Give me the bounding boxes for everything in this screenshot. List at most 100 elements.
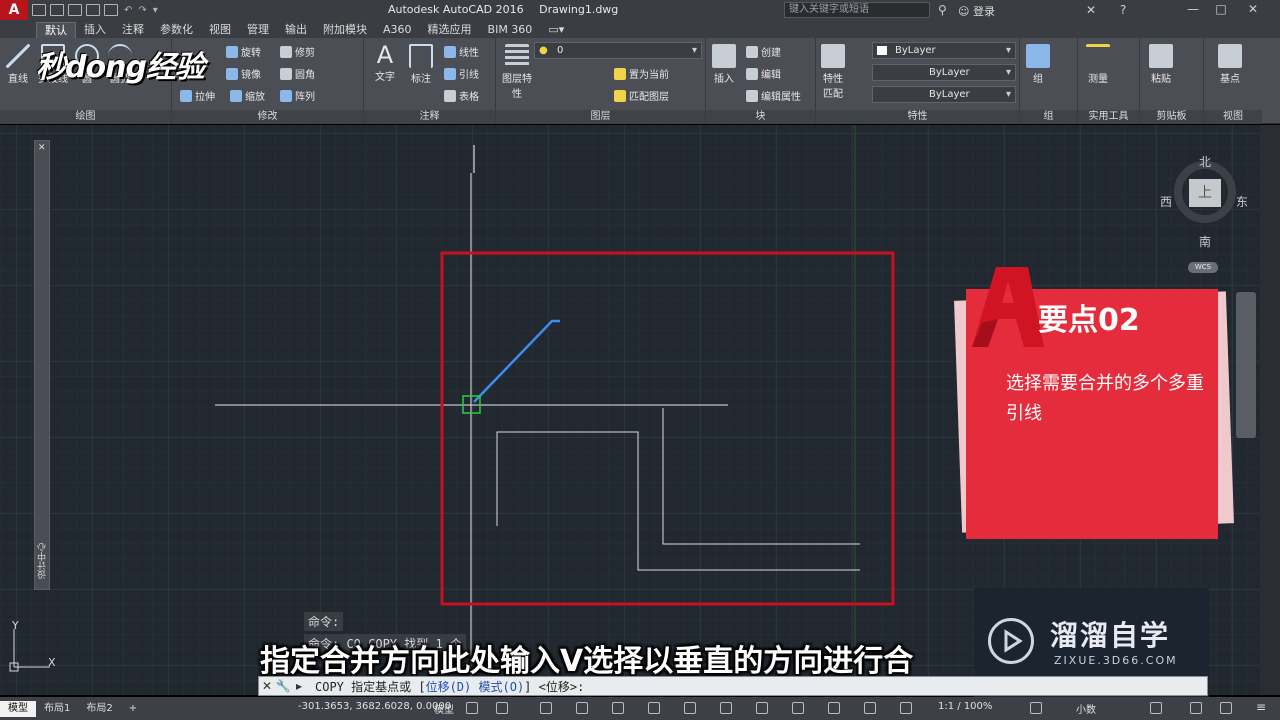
polyline-step-left[interactable] [496,431,860,571]
search-input[interactable]: 键入关键字或短语 [784,2,930,18]
ribbon-tab[interactable]: 参数化 [152,22,201,38]
lineweight-icon[interactable] [684,702,696,714]
new-file-icon[interactable] [32,4,46,16]
navigation-bar[interactable] [1236,292,1256,438]
measure-button[interactable]: 测量 [1084,44,1112,85]
command-prompt[interactable]: COPY 指定基点或 [位移(D) 模式(O)] <位移>: [315,678,584,695]
minimize-button[interactable]: — [1180,2,1206,18]
linetype-dropdown[interactable]: ByLayer [872,64,1016,81]
polyline-step-right[interactable] [662,408,860,545]
ribbon-tab[interactable]: 注释 [114,22,152,38]
cursor-coordinates[interactable]: -301.3653, 3682.6028, 0.0000 [298,701,451,712]
isolate-objects-icon[interactable] [1150,702,1162,714]
option-mode[interactable]: 模式(O) [471,680,524,694]
annotation-visibility-icon[interactable] [900,702,912,714]
dimension-button[interactable]: 标注 [406,44,436,85]
ribbon-tab[interactable]: A360 [375,22,420,38]
plot-icon[interactable] [104,4,118,16]
match-properties-button[interactable]: 特性匹配 [820,44,846,100]
compass-west[interactable]: 西 [1160,193,1172,210]
lineweight-dropdown[interactable]: ByLayer [872,86,1016,103]
set-current-button[interactable]: 置为当前 [614,66,669,81]
layer-dropdown[interactable]: ● 0 [534,42,702,59]
trim-button[interactable]: 修剪 [280,44,315,59]
rotate-button[interactable]: 旋转 [226,44,261,59]
leader-button[interactable]: 引线 [444,66,479,81]
panel-utilities-label[interactable]: 实用工具 [1078,110,1139,124]
wcs-menu[interactable]: WCS [1188,262,1218,273]
osnap-icon[interactable] [612,702,624,714]
palette-close-icon[interactable]: ✕ [38,143,46,153]
scale-button[interactable]: 缩放 [230,88,265,103]
ribbon-tab[interactable]: 插入 [76,22,114,38]
redo-icon[interactable]: ↷ [138,5,146,16]
ribbon-tab-overflow-icon[interactable]: ▭▾ [540,22,572,38]
compass-south[interactable]: 南 [1199,233,1211,250]
text-button[interactable]: A 文字 [370,42,400,83]
ribbon-tab[interactable]: 输出 [277,22,315,38]
snap-icon[interactable] [496,702,508,714]
option-displacement[interactable]: 位移(D) [426,680,472,694]
line-button[interactable]: 直线 [4,44,32,85]
customize-icon[interactable]: 🔧 [275,677,291,695]
panel-draw-label[interactable]: 绘图 [0,110,171,124]
save-as-icon[interactable] [86,4,100,16]
design-center-palette[interactable]: ✕ 设计中心 [34,140,50,590]
table-button[interactable]: 表格 [444,88,479,103]
panel-groups-label[interactable]: 组 [1020,110,1077,124]
units-display[interactable]: 小数 [1076,701,1096,716]
panel-clipboard-label[interactable]: 剪贴板 [1140,110,1203,124]
edit-attributes-button[interactable]: 编辑属性 [746,88,801,103]
panel-properties-label[interactable]: 特性 [816,110,1019,124]
grid-icon[interactable] [466,702,478,714]
ribbon-tab[interactable]: 附加模块 [315,22,375,38]
ribbon-tab[interactable]: BIM 360 [480,22,541,38]
ribbon-tab[interactable]: 视图 [201,22,239,38]
binoculars-icon[interactable]: ⚲ [938,3,947,17]
create-block-button[interactable]: 创建 [746,44,781,59]
panel-layers-label[interactable]: 图层 [496,110,705,124]
array-button[interactable]: 阵列 [280,88,315,103]
selection-filter-icon[interactable] [864,702,876,714]
panel-block-label[interactable]: 块 [706,110,815,124]
compass-north[interactable]: 北 [1199,153,1211,170]
viewcube-top-face[interactable]: 上 [1189,179,1221,207]
dynamic-ucs-icon[interactable] [828,702,840,714]
recent-commands-icon[interactable]: ▸ [291,677,307,695]
maximize-button[interactable]: □ [1208,2,1234,18]
selection-cycling-icon[interactable] [756,702,768,714]
transparency-icon[interactable] [720,702,732,714]
open-file-icon[interactable] [50,4,64,16]
tab-model[interactable]: 模型 [0,700,36,717]
edit-block-button[interactable]: 编辑 [746,66,781,81]
login-button[interactable]: ☺ 登录 [958,3,995,19]
fillet-button[interactable]: 圆角 [280,66,315,81]
group-button[interactable]: 组 [1026,44,1050,85]
clean-screen-icon[interactable] [1220,702,1232,714]
hardware-acceleration-icon[interactable] [1190,702,1202,714]
exchange-icon[interactable]: ✕ [1086,3,1096,17]
color-dropdown[interactable]: ByLayer [872,42,1016,59]
model-space-toggle[interactable]: 模型 [434,701,454,716]
help-icon[interactable]: ? [1120,3,1126,17]
undo-icon[interactable]: ↶ [124,5,132,16]
quick-access-dropdown-icon[interactable]: ▾ [153,5,158,16]
base-view-button[interactable]: 基点 [1216,44,1244,85]
insert-block-button[interactable]: 插入 [710,44,738,85]
panel-modify-label[interactable]: 修改 [172,110,363,124]
tab-layout2[interactable]: 布局2 [78,701,120,717]
autocad-app-menu-button[interactable]: A [0,0,28,20]
otrack-icon[interactable] [648,702,660,714]
mirror-button[interactable]: 镜像 [226,66,261,81]
ortho-icon[interactable] [540,702,552,714]
close-command-line-icon[interactable]: ✕ [259,677,275,695]
3d-osnap-icon[interactable] [792,702,804,714]
stretch-button[interactable]: 拉伸 [180,88,215,103]
linear-button[interactable]: 线性 [444,44,479,59]
ribbon-tab[interactable]: 管理 [239,22,277,38]
command-line[interactable]: ✕ 🔧 ▸ COPY 指定基点或 [位移(D) 模式(O)] <位移>: [258,676,1208,696]
panel-view-label[interactable]: 视图 [1204,110,1262,124]
ribbon-tab[interactable]: 默认 [36,22,76,38]
viewcube[interactable]: 上 北 南 东 西 [1160,155,1250,270]
ribbon-tab[interactable]: 精选应用 [420,22,480,38]
